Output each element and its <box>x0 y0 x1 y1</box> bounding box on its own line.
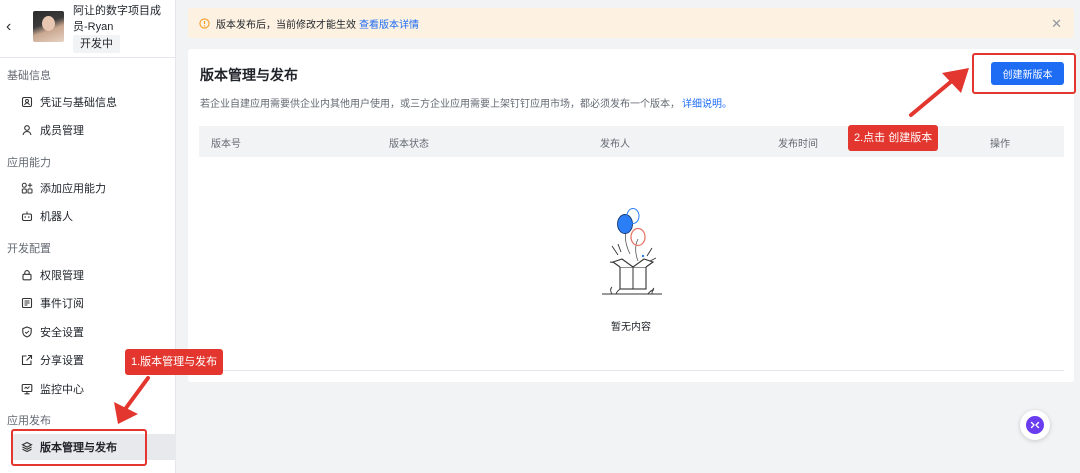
sidebar-item-label: 事件订阅 <box>40 298 84 310</box>
page-title: 版本管理与发布 <box>200 67 298 83</box>
sidebar-item-label: 监控中心 <box>40 384 84 396</box>
annotation-arrow-icon <box>114 376 150 424</box>
sidebar-item-add-capability[interactable]: 添加应用能力 <box>0 175 176 201</box>
sidebar-item-label: 机器人 <box>40 211 73 223</box>
column-header: 版本号 <box>211 139 241 150</box>
annotation-highlight-sidebar <box>11 429 147 466</box>
share-icon <box>21 354 33 366</box>
sidebar-item-members[interactable]: 成员管理 <box>0 117 176 143</box>
divider <box>199 370 1064 371</box>
description-link[interactable]: 详细说明。 <box>682 99 732 110</box>
notice-link[interactable]: 查看版本详情 <box>359 16 419 31</box>
shield-icon <box>21 326 33 338</box>
notice-text: 版本发布后，当前修改才能生效 <box>216 19 356 31</box>
status-badge: 开发中 <box>73 35 120 53</box>
sidebar-item-permissions[interactable]: 权限管理 <box>0 262 176 288</box>
app-name: 阿让的数字项目成员-Ryan <box>73 5 161 33</box>
sidebar-item-security[interactable]: 安全设置 <box>0 319 176 345</box>
column-header: 版本状态 <box>389 139 429 150</box>
column-header: 发布时间 <box>778 139 818 150</box>
section-title-release: 应用发布 <box>7 415 51 427</box>
sidebar-item-robot[interactable]: 机器人 <box>0 203 176 229</box>
monitor-icon <box>21 383 33 395</box>
annotation-arrow-icon <box>909 68 969 117</box>
warning-icon <box>199 17 210 29</box>
sidebar-item-label: 成员管理 <box>40 125 84 137</box>
annotation-highlight-create <box>972 53 1076 94</box>
sidebar-item-label: 权限管理 <box>40 270 84 282</box>
user-icon <box>21 124 33 136</box>
close-icon[interactable]: ✕ <box>1051 16 1062 32</box>
notice-banner: 版本发布后，当前修改才能生效 查看版本详情 ✕ <box>188 8 1074 38</box>
credential-icon <box>21 96 33 108</box>
annotation-label-step1: 1.版本管理与发布 <box>125 349 224 375</box>
column-header: 操作 <box>990 139 1010 150</box>
description-text: 若企业自建应用需要供企业内其他用户使用，或三方企业应用需要上架钉钉应用市场，都必… <box>200 99 680 110</box>
apps-add-icon <box>21 182 33 194</box>
empty-state-text: 暂无内容 <box>611 322 651 333</box>
lock-icon <box>21 269 33 281</box>
section-title-dev-config: 开发配置 <box>7 243 51 255</box>
assistant-float-button[interactable] <box>1020 410 1050 440</box>
section-title-capability: 应用能力 <box>7 157 51 169</box>
page-description: 若企业自建应用需要供企业内其他用户使用，或三方企业应用需要上架钉钉应用市场，都必… <box>200 95 732 110</box>
sidebar-item-credentials[interactable]: 凭证与基础信息 <box>0 89 176 115</box>
sidebar-item-label: 安全设置 <box>40 327 84 339</box>
robot-icon <box>21 210 33 222</box>
sidebar-item-events[interactable]: 事件订阅 <box>0 290 176 316</box>
back-arrow-icon[interactable]: ‹ <box>6 18 16 36</box>
section-title-basic: 基础信息 <box>7 70 51 82</box>
sidebar-item-label: 分享设置 <box>40 355 84 367</box>
column-header: 发布人 <box>600 139 630 150</box>
subscription-icon <box>21 297 33 309</box>
avatar <box>33 11 64 42</box>
empty-state-illustration <box>602 208 662 295</box>
app-header: ‹ 阿让的数字项目成员-Ryan 开发中 <box>0 0 175 58</box>
sidebar-item-label: 添加应用能力 <box>40 183 106 195</box>
assistant-icon <box>1026 416 1044 434</box>
sidebar-item-label: 凭证与基础信息 <box>40 97 117 109</box>
annotation-label-step2: 2.点击 创建版本 <box>848 125 939 151</box>
